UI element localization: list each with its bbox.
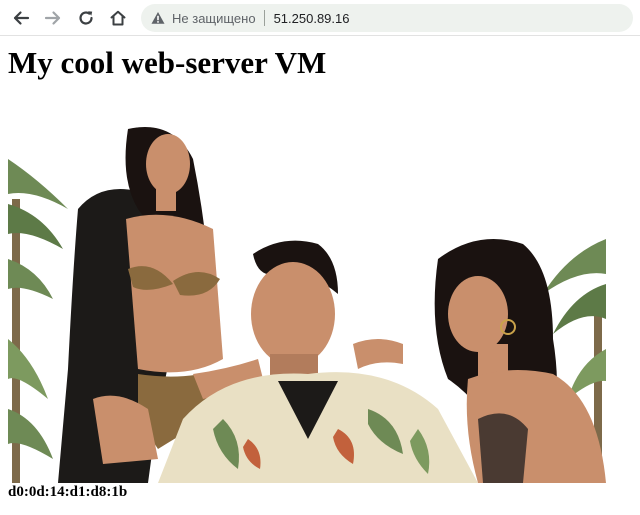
- address-divider: [263, 10, 265, 26]
- arrow-left-icon: [13, 11, 30, 25]
- mac-address-text: d0:0d:14:d1:d8:1b: [8, 484, 128, 500]
- warning-triangle-icon[interactable]: [151, 11, 165, 25]
- hero-photo: [8, 119, 606, 483]
- page-content: My cool web-server VM d0:0d:14:d1:d8:1b: [0, 36, 640, 515]
- home-icon: [110, 10, 126, 26]
- forward-button[interactable]: [40, 5, 66, 31]
- address-bar[interactable]: Не защищено 51.250.89.16: [141, 4, 633, 32]
- browser-toolbar: Не защищено 51.250.89.16: [0, 0, 640, 36]
- security-status-label[interactable]: Не защищено: [172, 11, 256, 26]
- url-text[interactable]: 51.250.89.16: [274, 11, 350, 26]
- palm-tree-left: [8, 159, 68, 483]
- arrow-right-icon: [44, 11, 61, 25]
- right-woman: [434, 239, 606, 483]
- reload-button[interactable]: [73, 5, 99, 31]
- page-title: My cool web-server VM: [8, 45, 327, 80]
- photo-illustration: [8, 127, 606, 483]
- back-button[interactable]: [8, 5, 34, 31]
- home-button[interactable]: [105, 5, 131, 31]
- reload-icon: [79, 11, 93, 25]
